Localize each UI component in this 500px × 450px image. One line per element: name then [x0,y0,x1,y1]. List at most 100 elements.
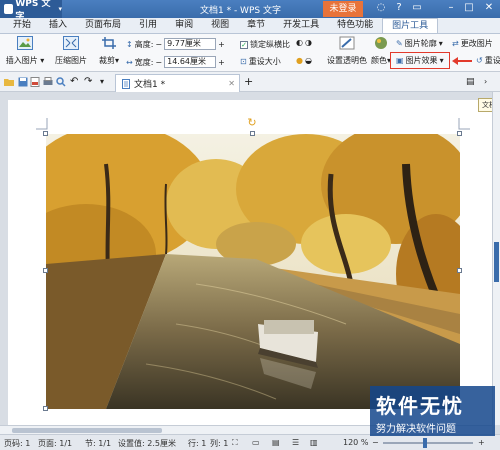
brightness-contrast-tools: ● ◒ [296,56,312,65]
resize-handle-bottom-left[interactable] [43,406,48,411]
page-view-icon[interactable]: ▭ [252,438,260,447]
print-preview-icon[interactable] [56,77,66,87]
crop-icon [102,37,116,49]
tab-developer[interactable]: 开发工具 [274,18,328,33]
tab-home[interactable]: 开始 [4,18,40,33]
zoom-level[interactable]: 120 % [343,438,368,447]
tab-references[interactable]: 引用 [130,18,166,33]
tab-insert[interactable]: 插入 [40,18,76,33]
doc-list-icon[interactable]: ▤ [466,77,476,87]
inserted-picture[interactable] [46,134,460,409]
minimize-icon[interactable]: – [444,2,458,13]
tab-review[interactable]: 审阅 [166,18,202,33]
picture-outline-button[interactable]: ✎ 图片轮廓 ▾ [396,38,443,49]
width-increase-button[interactable]: + [218,58,225,67]
width-icon: ↔ [126,57,133,67]
reset-size-label: 重设大小 [248,57,281,66]
outline-view-icon[interactable]: ☰ [292,438,299,447]
chevron-down-icon: ▾ [58,5,62,13]
pen-icon: ✎ [396,39,403,48]
color-icon [375,37,387,49]
zoom-slider-thumb[interactable] [423,438,427,448]
scroll-right-icon[interactable]: › [484,77,494,87]
tab-picture-tools[interactable]: 图片工具 [382,18,439,33]
lock-ratio-checkbox[interactable]: ✓ 锁定纵横比 [240,39,290,50]
status-page-number: 页码: 1 [4,439,31,448]
skin-icon[interactable]: ◌ [374,2,388,13]
brightness-icon[interactable]: ◑ [305,38,312,47]
reset-picture-label: 重设图片 [484,56,500,65]
insert-picture-label: 插入图片 [5,56,38,65]
change-picture-button[interactable]: ⇄ 更改图片 [452,38,493,49]
close-icon[interactable]: ✕ [482,2,496,13]
vertical-scrollbar[interactable] [492,92,500,425]
autumn-canal-photo [46,134,460,409]
width-label: 宽度: [134,57,154,67]
contrast-icon[interactable]: ◐ [296,38,303,47]
save-icon[interactable] [18,77,28,87]
set-transparent-button[interactable]: 设置透明色 [325,36,369,66]
color-button[interactable]: 颜色▾ [370,36,392,66]
reading-view-icon[interactable]: ▥ [310,438,318,447]
title-bar: WPS 文字 ▾ 文档1 * - WPS 文字 未登录 ◌ ? ▭ – □ ✕ [0,0,500,22]
rotate-handle-icon[interactable]: ↻ [246,117,258,129]
web-view-icon[interactable]: ▤ [272,438,280,447]
ribbon-toggle-icon[interactable]: ▭ [410,2,424,13]
width-input[interactable]: 14.64厘米 [164,56,217,68]
status-column: 列: 1 [210,439,229,448]
zoom-out-icon[interactable]: − [372,438,379,447]
status-row: 行: 1 [188,439,207,448]
picture-icon [17,36,33,50]
zoom-slider[interactable] [383,438,473,448]
status-section: 节: 1/1 [85,439,112,448]
new-tab-icon[interactable]: + [244,76,254,87]
maximize-icon[interactable]: □ [462,2,476,13]
tab-features[interactable]: 特色功能 [328,18,382,33]
reset-picture-button[interactable]: ↺ 重设图片 [476,55,500,66]
tab-page-layout[interactable]: 页面布局 [76,18,130,33]
login-button[interactable]: 未登录 [323,1,363,17]
width-decrease-button[interactable]: − [155,58,162,67]
resize-handle-top-left[interactable] [43,131,48,136]
customize-qat-icon[interactable]: ▾ [100,77,110,87]
contrast-dark-icon[interactable]: ◒ [305,56,312,65]
height-decrease-button[interactable]: − [155,40,162,49]
resize-handle-top-right[interactable] [457,131,462,136]
tab-view[interactable]: 视图 [202,18,238,33]
app-menu-button[interactable]: WPS 文字 ▾ [0,0,62,22]
document-tab[interactable]: 文档1 * ✕ [115,74,240,92]
status-bar: 页码: 1 页面: 1/1 节: 1/1 设置值: 2.5厘米 行: 1 列: … [0,434,500,450]
compress-picture-button[interactable]: 压缩图片 [50,36,92,66]
crop-label: 裁剪 [98,56,115,65]
resize-handle-top[interactable] [250,131,255,136]
corner-mark-icon [458,118,470,130]
watermark-title: 软件无忧 [376,394,464,418]
tab-chapter[interactable]: 章节 [238,18,274,33]
undo-icon[interactable]: ↶ [70,77,80,87]
horizontal-scroll-thumb[interactable] [12,428,162,433]
side-panel-toggle[interactable] [494,242,499,282]
resize-handle-left[interactable] [43,268,48,273]
resize-handle-right[interactable] [457,268,462,273]
print-icon[interactable] [43,77,53,87]
height-input[interactable]: 9.77厘米 [164,38,217,50]
reset-size-button[interactable]: ⊡ 重设大小 [240,56,281,67]
height-increase-button[interactable]: + [218,40,225,49]
rotate-tools: ◐ ◑ [296,38,312,47]
export-icon[interactable] [30,77,40,87]
status-pages: 页面: 1/1 [38,439,73,448]
tab-close-icon[interactable]: ✕ [228,79,235,88]
crop-button[interactable]: 裁剪▾ [96,36,122,66]
corner-mark-icon [36,118,48,130]
redo-icon[interactable]: ↷ [84,77,94,87]
compress-icon [63,36,79,50]
check-icon: ✓ [240,40,248,49]
zoom-in-icon[interactable]: + [478,438,485,447]
watermark: 软件无忧 努力解决软件问题 [370,386,495,436]
insert-picture-button[interactable]: 插入图片 ▾ [4,36,46,66]
sun-icon[interactable]: ● [296,56,303,65]
transparent-color-icon [339,36,355,50]
open-folder-icon[interactable] [4,77,14,87]
full-screen-icon[interactable]: ⛶ [232,438,238,448]
help-icon[interactable]: ? [392,2,406,13]
